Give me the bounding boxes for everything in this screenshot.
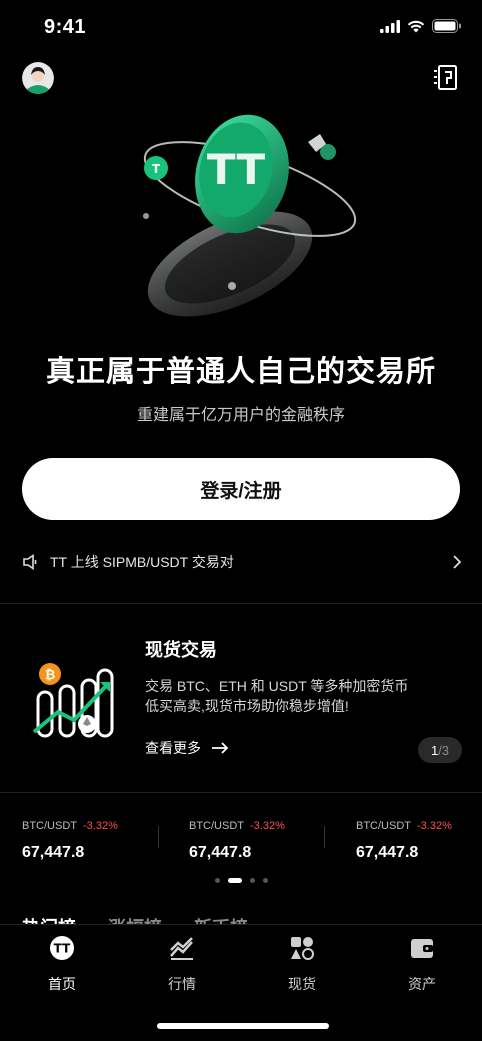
nav-spot[interactable]: 现货	[242, 934, 362, 994]
status-icons	[380, 19, 462, 33]
feature-desc-line1: 交易 BTC、ETH 和 USDT 等多种加密货币	[145, 678, 409, 694]
ticker-price: 67,447.8	[22, 844, 85, 861]
ticker-item[interactable]: BTC/USDT -3.32% 67,447.8	[189, 816, 329, 862]
ticker-change: -3.32%	[83, 820, 118, 832]
ticker-item[interactable]: BTC/USDT -3.32% 67,447.8	[22, 816, 162, 862]
carousel-dot[interactable]	[262, 878, 268, 883]
ticker-pair: BTC/USDT	[22, 820, 77, 832]
ticker-item[interactable]: BTC/USDT -3.32% 67,447.8	[356, 816, 482, 862]
view-more-link[interactable]: 查看更多	[145, 738, 229, 758]
ticker-separator	[324, 826, 325, 848]
user-avatar[interactable]	[22, 62, 54, 94]
carousel-dot[interactable]	[249, 878, 255, 883]
nav-assets[interactable]: 资产	[362, 934, 482, 994]
feature-description: 交易 BTC、ETH 和 USDT 等多种加密货币 低买高卖,现货市场助你稳步增…	[145, 676, 455, 716]
arrow-right-icon	[212, 742, 229, 754]
chevron-right-icon	[453, 555, 462, 569]
feature-desc-line2: 低买高卖,现货市场助你稳步增值!	[145, 698, 349, 714]
nav-home[interactable]: TT 首页	[2, 934, 122, 994]
wifi-icon	[407, 20, 425, 32]
ticker-separator	[158, 826, 159, 848]
ticker-change: -3.32%	[417, 820, 452, 832]
svg-text:₿: ₿	[45, 668, 56, 683]
hero-coin-graphic: TT T	[143, 114, 357, 317]
hero-subheadline: 重建属于亿万用户的金融秩序	[136, 407, 345, 424]
wallet-icon	[411, 939, 433, 958]
home-indicator	[157, 1023, 329, 1029]
view-more-label: 查看更多	[145, 740, 201, 756]
hero-headline: 真正属于普通人自己的交易所	[45, 356, 436, 388]
pager-total: /3	[438, 742, 450, 758]
battery-icon	[432, 19, 461, 33]
pager-current: 1	[430, 742, 439, 758]
market-chart-icon	[170, 937, 193, 960]
feature-pager: 1/3	[418, 737, 462, 763]
svg-text:T: T	[152, 162, 161, 176]
ticker-price: 67,447.8	[189, 844, 252, 861]
nav-market-label: 行情	[168, 976, 196, 992]
home-tt-icon: TT	[50, 936, 74, 960]
spot-trading-illustration: ₿	[32, 663, 114, 738]
announcement-bar[interactable]: TT 上线 SIPMB/USDT 交易对	[22, 550, 462, 574]
ticker-change: -3.32%	[250, 820, 285, 832]
signal-icon	[380, 19, 400, 33]
ticker-pair: BTC/USDT	[356, 820, 411, 832]
divider	[0, 603, 482, 604]
speaker-icon	[23, 554, 37, 570]
nav-assets-label: 资产	[408, 976, 436, 992]
announcement-text: TT 上线 SIPMB/USDT 交易对	[50, 554, 234, 570]
carousel-dot[interactable]	[214, 878, 220, 883]
status-time: 9:41	[44, 16, 87, 38]
nav-home-label: 首页	[48, 976, 76, 992]
ticker-pair: BTC/USDT	[189, 820, 244, 832]
ticker-price: 67,447.8	[356, 844, 419, 861]
nav-market[interactable]: 行情	[122, 934, 242, 994]
carousel-dots	[0, 878, 482, 883]
login-register-button[interactable]: 登录/注册	[22, 458, 460, 520]
book-menu-icon	[434, 65, 457, 90]
carousel-dot-active[interactable]	[227, 878, 242, 883]
coin-logo: TT	[207, 145, 266, 194]
avatar-icon	[22, 62, 54, 94]
nav-spot-label: 现货	[288, 976, 316, 992]
svg-text:TT: TT	[54, 942, 71, 956]
divider	[0, 792, 482, 793]
spot-shapes-icon	[291, 937, 314, 960]
menu-book-button[interactable]	[432, 64, 458, 92]
feature-title: 现货交易	[145, 640, 217, 660]
